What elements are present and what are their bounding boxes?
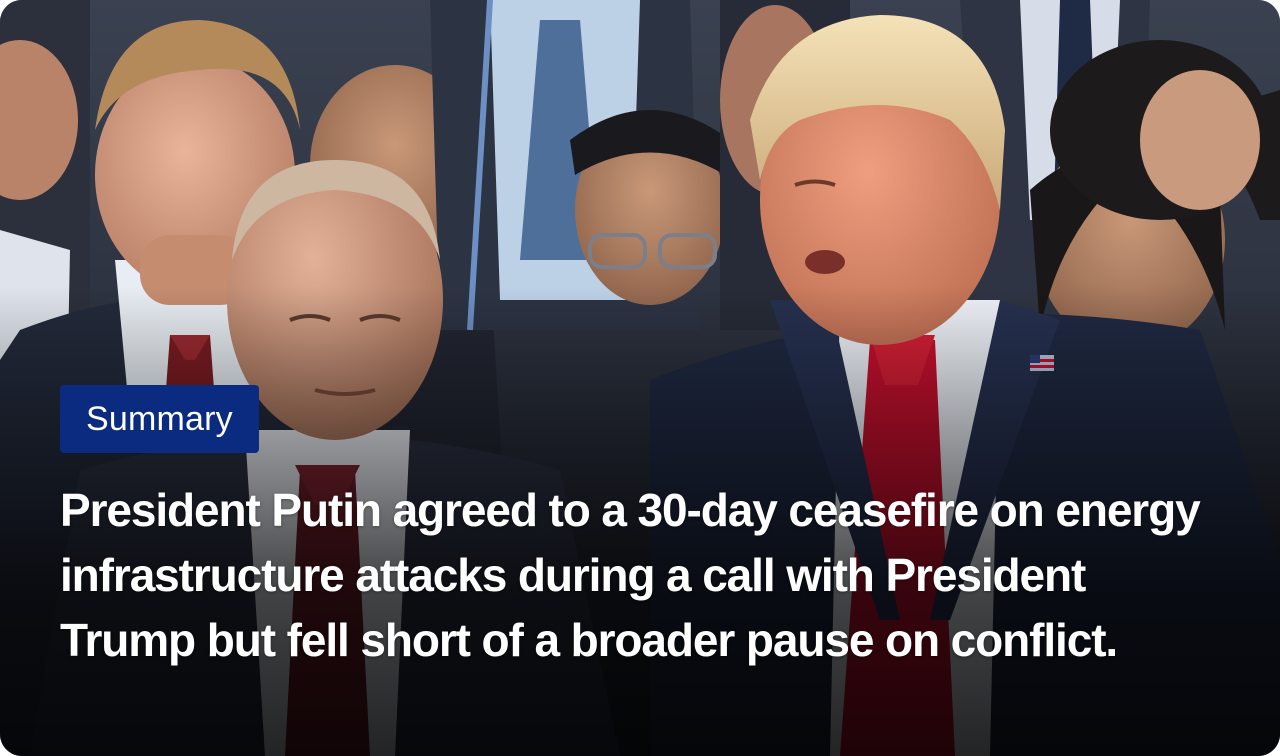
summary-card[interactable]: Summary President Putin agreed to a 30-d… (0, 0, 1280, 756)
summary-badge: Summary (60, 385, 259, 453)
summary-headline: President Putin agreed to a 30-day cease… (60, 484, 1201, 666)
